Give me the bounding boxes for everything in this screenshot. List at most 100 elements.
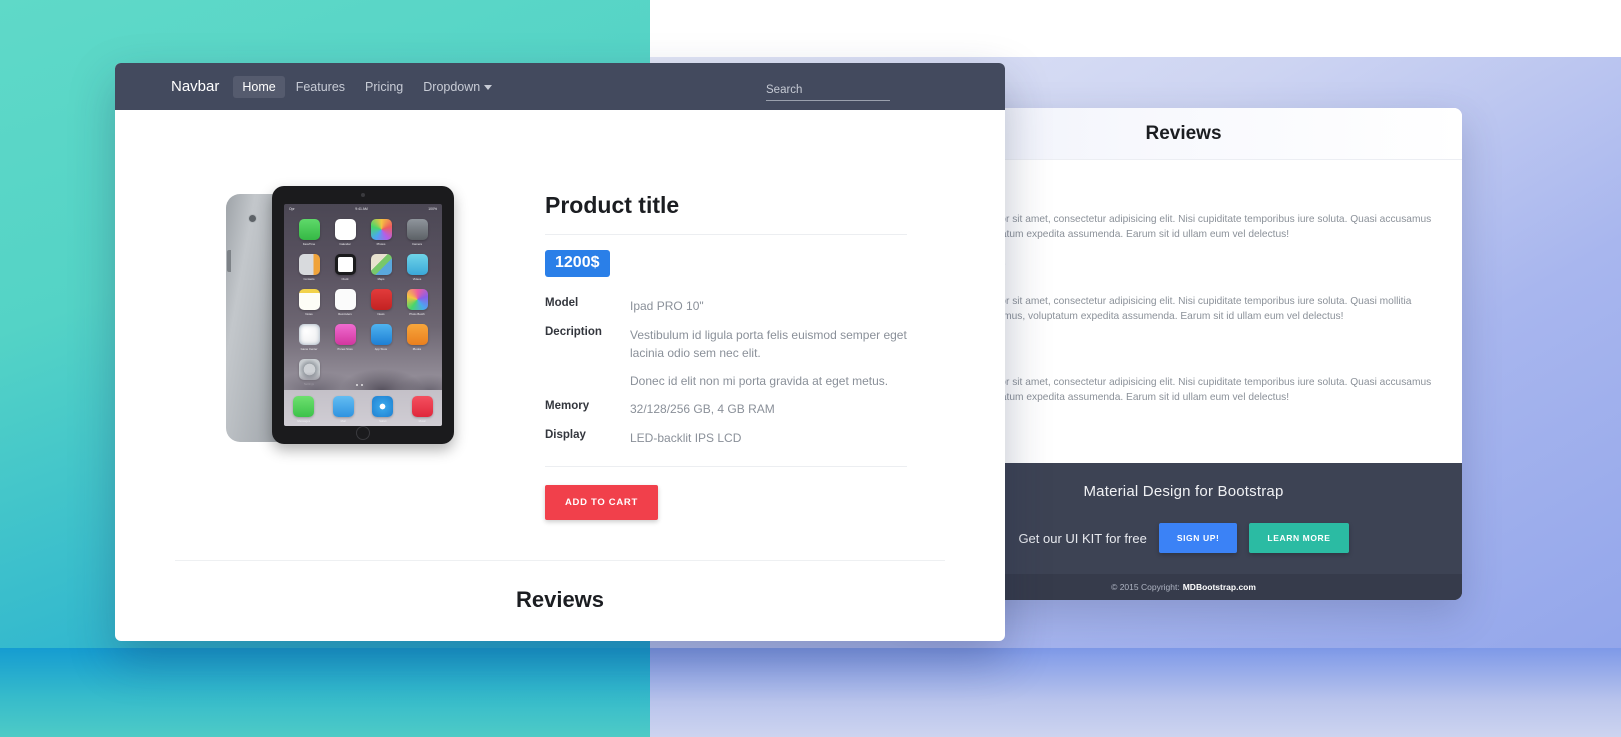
product-image: Opr 9:41 AM 100% FaceTime Calendar Photo… bbox=[143, 150, 533, 520]
ios-status-bar: Opr 9:41 AM 100% bbox=[284, 204, 442, 211]
app-label: Messages bbox=[297, 419, 311, 423]
add-to-cart-button[interactable]: ADD TO CART bbox=[545, 484, 658, 520]
maps-icon bbox=[370, 254, 392, 275]
facetime-icon bbox=[298, 219, 320, 240]
videos-icon bbox=[406, 254, 428, 275]
table-row: Memory 32/128/256 GB, 4 GB RAM bbox=[545, 398, 907, 427]
app-clock: Clock bbox=[330, 254, 360, 281]
nav-link-dropdown[interactable]: Dropdown bbox=[414, 76, 501, 98]
dock-safari: Safari bbox=[372, 396, 394, 423]
dock-music: Music bbox=[411, 396, 433, 423]
app-label: Camera bbox=[412, 242, 422, 246]
main-reviews-title: Reviews bbox=[175, 561, 945, 641]
app-photo-booth: Photo Booth bbox=[402, 289, 432, 316]
price-row: 1200$ bbox=[545, 235, 907, 295]
table-row: Decription Vestibulum id ligula porta fe… bbox=[545, 324, 907, 399]
cart-row: ADD TO CART bbox=[545, 467, 907, 520]
search-input[interactable] bbox=[766, 82, 890, 101]
app-label: Music bbox=[418, 419, 426, 423]
notes-icon bbox=[298, 289, 320, 310]
app-photos: Photos bbox=[366, 219, 396, 246]
app-videos: Videos bbox=[402, 254, 432, 281]
app-contacts: Contacts bbox=[294, 254, 324, 281]
photo-booth-icon bbox=[406, 289, 428, 310]
contacts-icon bbox=[298, 254, 320, 275]
nav-link-pricing[interactable]: Pricing bbox=[356, 76, 412, 98]
status-carrier: Opr bbox=[289, 207, 295, 211]
background-teal-bottom bbox=[0, 648, 650, 737]
spec-table: Model Ipad PRO 10" Decription Vestibulum… bbox=[545, 295, 907, 456]
ipad-front-shell: Opr 9:41 AM 100% FaceTime Calendar Photo… bbox=[272, 186, 454, 444]
app-label: Photos bbox=[376, 242, 386, 246]
chevron-down-icon bbox=[484, 84, 493, 90]
learn-more-button[interactable]: LEARN MORE bbox=[1249, 523, 1349, 553]
app-label: FaceTime bbox=[302, 242, 316, 246]
status-battery: 100% bbox=[428, 207, 437, 211]
nav-link-features[interactable]: Features bbox=[287, 76, 354, 98]
nav-link-home[interactable]: Home bbox=[233, 75, 285, 98]
calendar-icon bbox=[334, 219, 356, 240]
spec-key: Decription bbox=[545, 325, 602, 338]
app-notes: Notes bbox=[294, 289, 324, 316]
spec-key: Model bbox=[545, 297, 579, 309]
camera-icon bbox=[248, 214, 257, 223]
copyright-text: © 2015 Copyright: bbox=[1111, 582, 1180, 592]
app-label: Reminders bbox=[338, 312, 352, 316]
navbar: Navbar Home Features Pricing Dropdown bbox=[115, 63, 1005, 110]
sign-up-button[interactable]: SIGN UP! bbox=[1158, 523, 1238, 553]
spec-value: LED-backlit IPS LCD bbox=[630, 430, 742, 445]
ios-dock: Messages Mail Safari Music bbox=[284, 390, 442, 426]
app-label: Safari bbox=[379, 419, 387, 423]
front-camera-icon bbox=[361, 193, 365, 197]
nav-link-dropdown-label: Dropdown bbox=[423, 79, 481, 94]
product-area: Opr 9:41 AM 100% FaceTime Calendar Photo… bbox=[115, 110, 1005, 520]
app-calendar: Calendar bbox=[330, 219, 360, 246]
spec-paragraph: Vestibulum id ligula porta felis euismod… bbox=[630, 327, 907, 361]
navbar-search[interactable] bbox=[766, 80, 890, 101]
home-button-icon bbox=[356, 426, 370, 440]
photos-icon bbox=[370, 219, 392, 240]
background-blue-bottom bbox=[650, 648, 1621, 737]
page-dots bbox=[356, 384, 363, 386]
spec-value: Ipad PRO 10" bbox=[630, 299, 704, 313]
news-icon bbox=[370, 289, 392, 310]
product-title: Product title bbox=[545, 192, 680, 218]
power-button-icon bbox=[227, 250, 231, 272]
screenshot-stage: Reviews John Doe ★★★★ Lorem ipsum dolor … bbox=[0, 0, 1621, 737]
app-label: Contacts bbox=[303, 277, 315, 281]
app-maps: Maps bbox=[366, 254, 396, 281]
footer-cta-text: Get our UI KIT for free bbox=[1018, 530, 1147, 546]
app-label: Notes bbox=[305, 312, 313, 316]
product-card: Navbar Home Features Pricing Dropdown Se… bbox=[115, 63, 1005, 641]
app-camera: Camera bbox=[402, 219, 432, 246]
mail-icon bbox=[332, 396, 354, 417]
app-news: News bbox=[366, 289, 396, 316]
ibooks-icon bbox=[406, 324, 428, 345]
table-row: Display LED-backlit IPS LCD bbox=[545, 427, 907, 456]
table-row: Model Ipad PRO 10" bbox=[545, 295, 907, 324]
spec-key: Memory bbox=[545, 400, 590, 413]
app-label: Maps bbox=[377, 277, 385, 281]
reminders-icon bbox=[334, 289, 356, 310]
dock-mail: Mail bbox=[332, 396, 354, 423]
app-facetime: FaceTime bbox=[294, 219, 324, 246]
spec-paragraph: Donec id elit non mi porta gravida at eg… bbox=[630, 373, 889, 388]
spec-value: Vestibulum id ligula porta felis euismod… bbox=[630, 324, 907, 399]
music-icon bbox=[411, 396, 433, 417]
status-time: 9:41 AM bbox=[355, 207, 368, 211]
product-details: Product title 1200$ Model Ipad PRO 10" D… bbox=[533, 150, 977, 520]
navbar-brand[interactable]: Navbar bbox=[171, 78, 219, 95]
clock-icon bbox=[334, 254, 356, 275]
app-reminders: Reminders bbox=[330, 289, 360, 316]
main-reviews-section: Reviews bbox=[175, 559, 945, 641]
price-badge: 1200$ bbox=[545, 250, 610, 277]
camera-app-icon bbox=[406, 219, 428, 240]
wallpaper-mountains bbox=[284, 344, 442, 390]
app-label: Clock bbox=[341, 277, 349, 281]
messages-icon bbox=[293, 396, 315, 417]
game-center-icon bbox=[298, 324, 320, 345]
spec-value: 32/128/256 GB, 4 GB RAM bbox=[630, 402, 775, 417]
app-label: News bbox=[377, 312, 385, 316]
app-label: Videos bbox=[412, 277, 422, 281]
spec-key: Display bbox=[545, 428, 586, 441]
